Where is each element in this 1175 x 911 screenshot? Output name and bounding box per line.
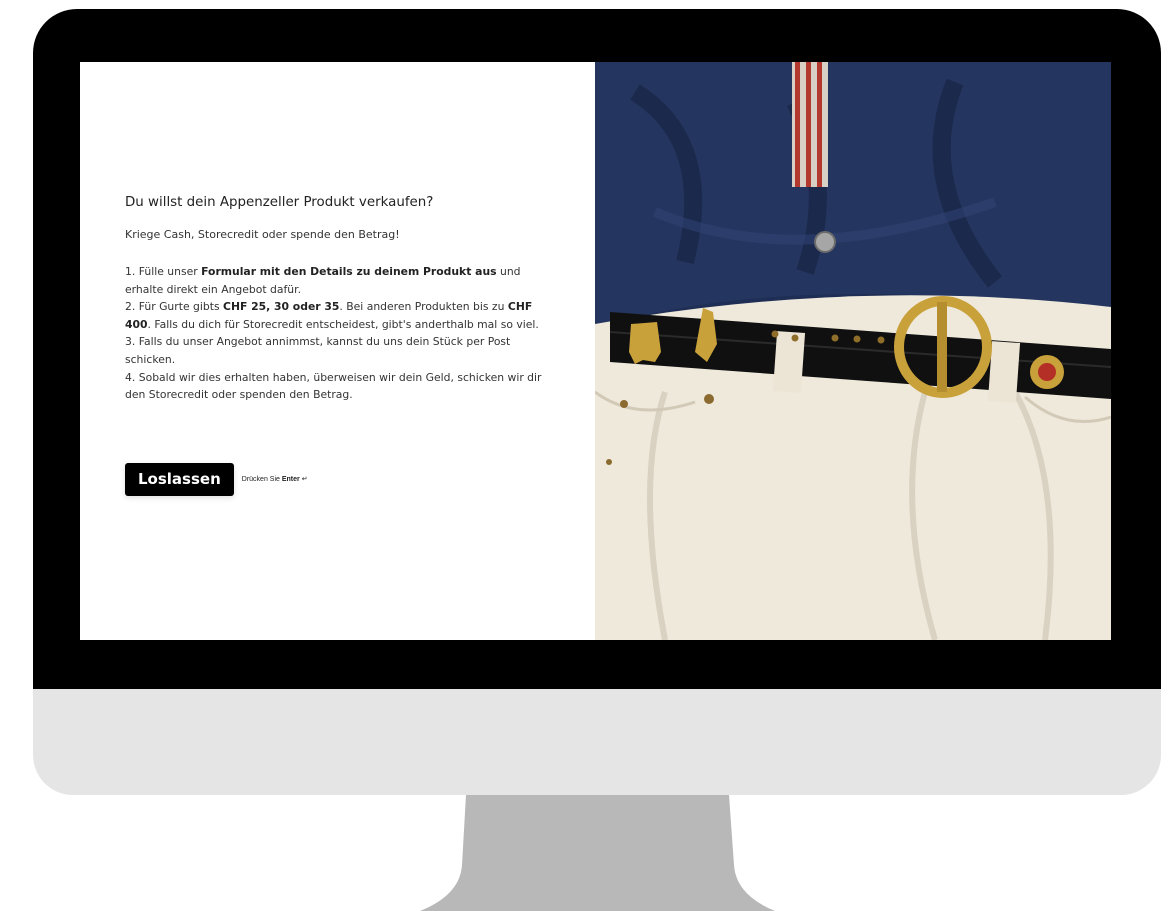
monitor-chin bbox=[33, 689, 1161, 795]
step-2: 2. Für Gurte gibts CHF 25, 30 oder 35. B… bbox=[125, 298, 555, 333]
step-1-text-a: 1. Fülle unser bbox=[125, 265, 202, 278]
monitor-stand bbox=[420, 795, 775, 911]
enter-hint-prefix: Drücken Sie bbox=[241, 476, 282, 483]
belt-photo bbox=[595, 62, 1111, 640]
steps-list: 1. Fülle unser Formular mit den Details … bbox=[125, 263, 555, 404]
step-3: 3. Falls du unser Angebot annimmst, kann… bbox=[125, 335, 511, 366]
submit-button[interactable]: Loslassen bbox=[125, 462, 234, 496]
step-1: 1. Fülle unser Formular mit den Details … bbox=[125, 263, 555, 298]
screen: Du willst dein Appenzeller Produkt verka… bbox=[80, 62, 1111, 640]
enter-hint-key: Enter bbox=[281, 476, 300, 483]
step-4: 4. Sobald wir dies erhalten haben, überw… bbox=[125, 370, 542, 402]
step-2-text-e: . Falls du dich für Storecredit entschei… bbox=[147, 317, 539, 331]
step-2-text-a: 2. Für Gurte gibts bbox=[125, 300, 224, 314]
enter-hint: Drücken Sie Enter ↵ bbox=[242, 475, 308, 483]
belt-photo-illustration bbox=[595, 62, 1111, 640]
form-pane: Du willst dein Appenzeller Produkt verka… bbox=[80, 62, 595, 640]
enter-key-icon: ↵ bbox=[301, 476, 308, 483]
step-2-bold-prices: CHF 25, 30 oder 35 bbox=[223, 300, 340, 314]
step-2-text-c: . Bei anderen Produkten bis zu bbox=[339, 300, 508, 314]
question-subtitle: Kriege Cash, Storecredit oder spende den… bbox=[125, 228, 400, 241]
step-1-bold: Formular mit den Details zu deinem Produ… bbox=[201, 265, 497, 278]
question-heading: Du willst dein Appenzeller Produkt verka… bbox=[125, 195, 434, 210]
submit-row: Loslassen Drücken Sie Enter ↵ bbox=[125, 462, 308, 496]
